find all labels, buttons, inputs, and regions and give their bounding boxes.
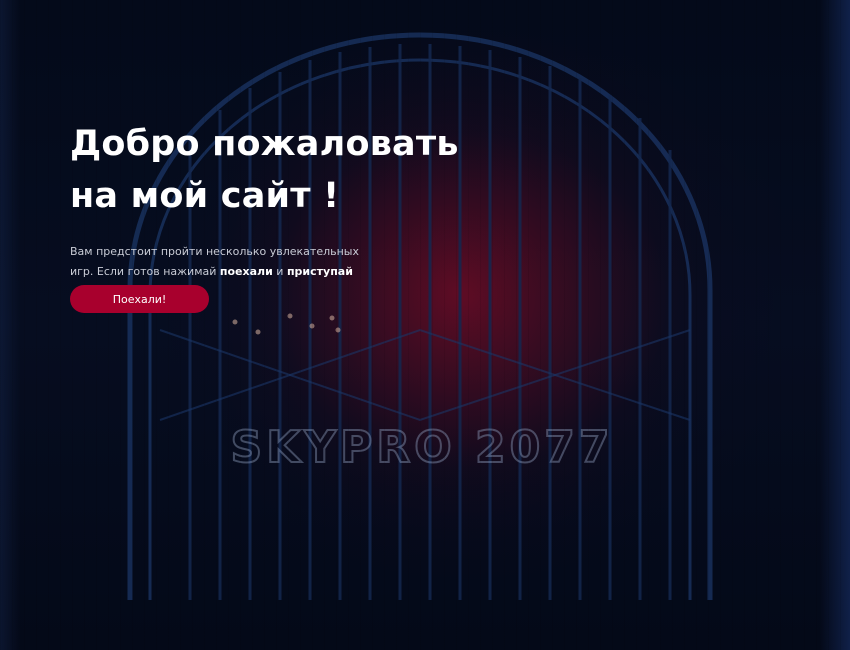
hero-description: Вам предстоит пройти несколько увлекател… [70,242,360,282]
right-wall-glow [820,0,850,650]
hero-description-bold-go: поехали [219,265,273,278]
hero-description-bold-start: приступай [286,265,353,278]
neon-sign-text: SKYPRO 2077 [231,422,614,473]
page-title: Добро пожаловать на мой сайт ! [70,118,530,222]
page-title-line-1: Добро пожаловать [70,124,459,164]
welcome-page: SKYPRO 2077 Добро пожаловать на мой сайт… [0,0,850,650]
start-button[interactable]: Поехали! [70,285,209,313]
hero-section: Добро пожаловать на мой сайт ! Вам предс… [70,118,530,282]
background-gate-illustration: SKYPRO 2077 [127,32,713,600]
hero-description-text-2: и [272,265,287,278]
page-title-line-2: на мой сайт ! [70,176,340,216]
left-wall-shadow [0,0,20,650]
